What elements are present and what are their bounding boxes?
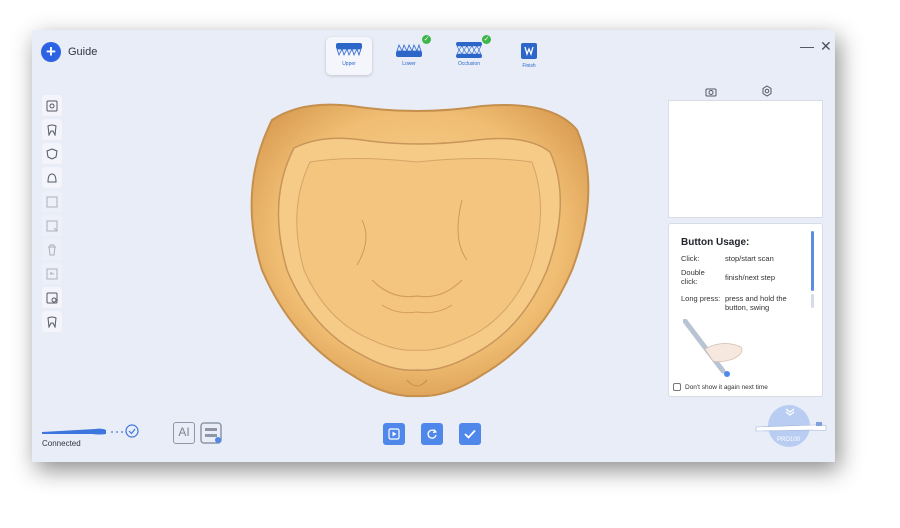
scanner-device-widget[interactable]: PRO100 [754,405,829,449]
rescan-button[interactable] [421,423,443,445]
plus-icon: + [41,42,61,62]
usage-row: Click: stop/start scan [681,254,805,263]
usage-key: Double click: [681,268,705,286]
step-finish[interactable]: Finish [506,37,552,75]
close-button[interactable]: ✕ [820,38,832,55]
minimize-button[interactable]: — [800,38,814,54]
finish-icon [521,43,537,59]
dont-show-checkbox[interactable] [673,383,681,391]
step-label: Lower [402,61,416,67]
usage-key: Click: [681,254,700,263]
dont-show-option[interactable]: Don't show it again next time [673,383,768,391]
step-upper[interactable]: Upper [326,37,372,75]
connection-status: Connected [42,439,81,448]
play-button[interactable] [383,423,405,445]
guide-button[interactable]: + Guide [41,42,97,62]
usage-title: Button Usage: [681,237,750,248]
view-icon[interactable] [42,95,62,116]
check-icon: ✓ [422,35,431,44]
usage-value: press and hold the button, swing [725,294,787,312]
ai-button[interactable]: AI [173,422,195,444]
lower-jaw-icon [396,43,422,57]
usage-row: Long press: press and hold the button, s… [681,294,805,312]
usage-value: finish/next step [725,273,776,282]
chevron-down-icon [785,408,795,416]
usage-value: stop/start scan [725,254,774,263]
bell-shape-icon[interactable] [42,167,62,188]
refresh-icon [427,429,438,439]
step-label: Finish [522,63,536,69]
confirm-button[interactable] [459,423,481,445]
scan-mode-icon[interactable] [200,422,222,444]
dont-show-label: Don't show it again next time [685,383,768,391]
tooth-alt-icon[interactable] [42,311,62,332]
tooth-icon[interactable] [42,119,62,140]
trash-icon[interactable] [42,239,62,260]
occlusion-icon [456,42,482,58]
select-region-icon[interactable] [42,191,62,212]
step-label: Occlusion [458,61,480,67]
shield-tooth-icon[interactable] [42,143,62,164]
play-icon [388,428,400,440]
check-icon [464,429,476,439]
step-lower[interactable]: ✓ Lower [386,35,432,75]
guide-label: Guide [68,46,98,58]
usage-key: Long press: [681,294,721,303]
trim-icon[interactable] [42,215,62,236]
device-name: PRO100 [777,437,801,443]
step-label: Upper [342,61,356,67]
usage-row: Double click: finish/next step [681,268,805,286]
dental-scan-model[interactable] [232,100,602,400]
step-occlusion[interactable]: ✓ Occlusion [446,35,492,75]
scanner-hand-illustration [683,319,743,377]
scrollbar-track[interactable] [811,294,814,308]
button-usage-panel: Button Usage: Click: stop/start scan Dou… [668,223,823,397]
scanner-device-icon [755,422,827,432]
preview-window [668,100,823,218]
undo-icon[interactable] [42,263,62,284]
scan-steps: Upper ✓ Lower ✓ Occlusion Finish [326,35,552,75]
scrollbar-thumb[interactable] [811,231,814,291]
left-toolbar [42,95,62,332]
app-window: + Guide — ✕ Upper ✓ Lower ✓ Occlusion Fi… [32,30,835,462]
check-icon: ✓ [482,35,491,44]
upper-jaw-icon [336,43,362,57]
scanner-connection-icon [42,424,139,438]
image-settings-icon[interactable] [42,287,62,308]
